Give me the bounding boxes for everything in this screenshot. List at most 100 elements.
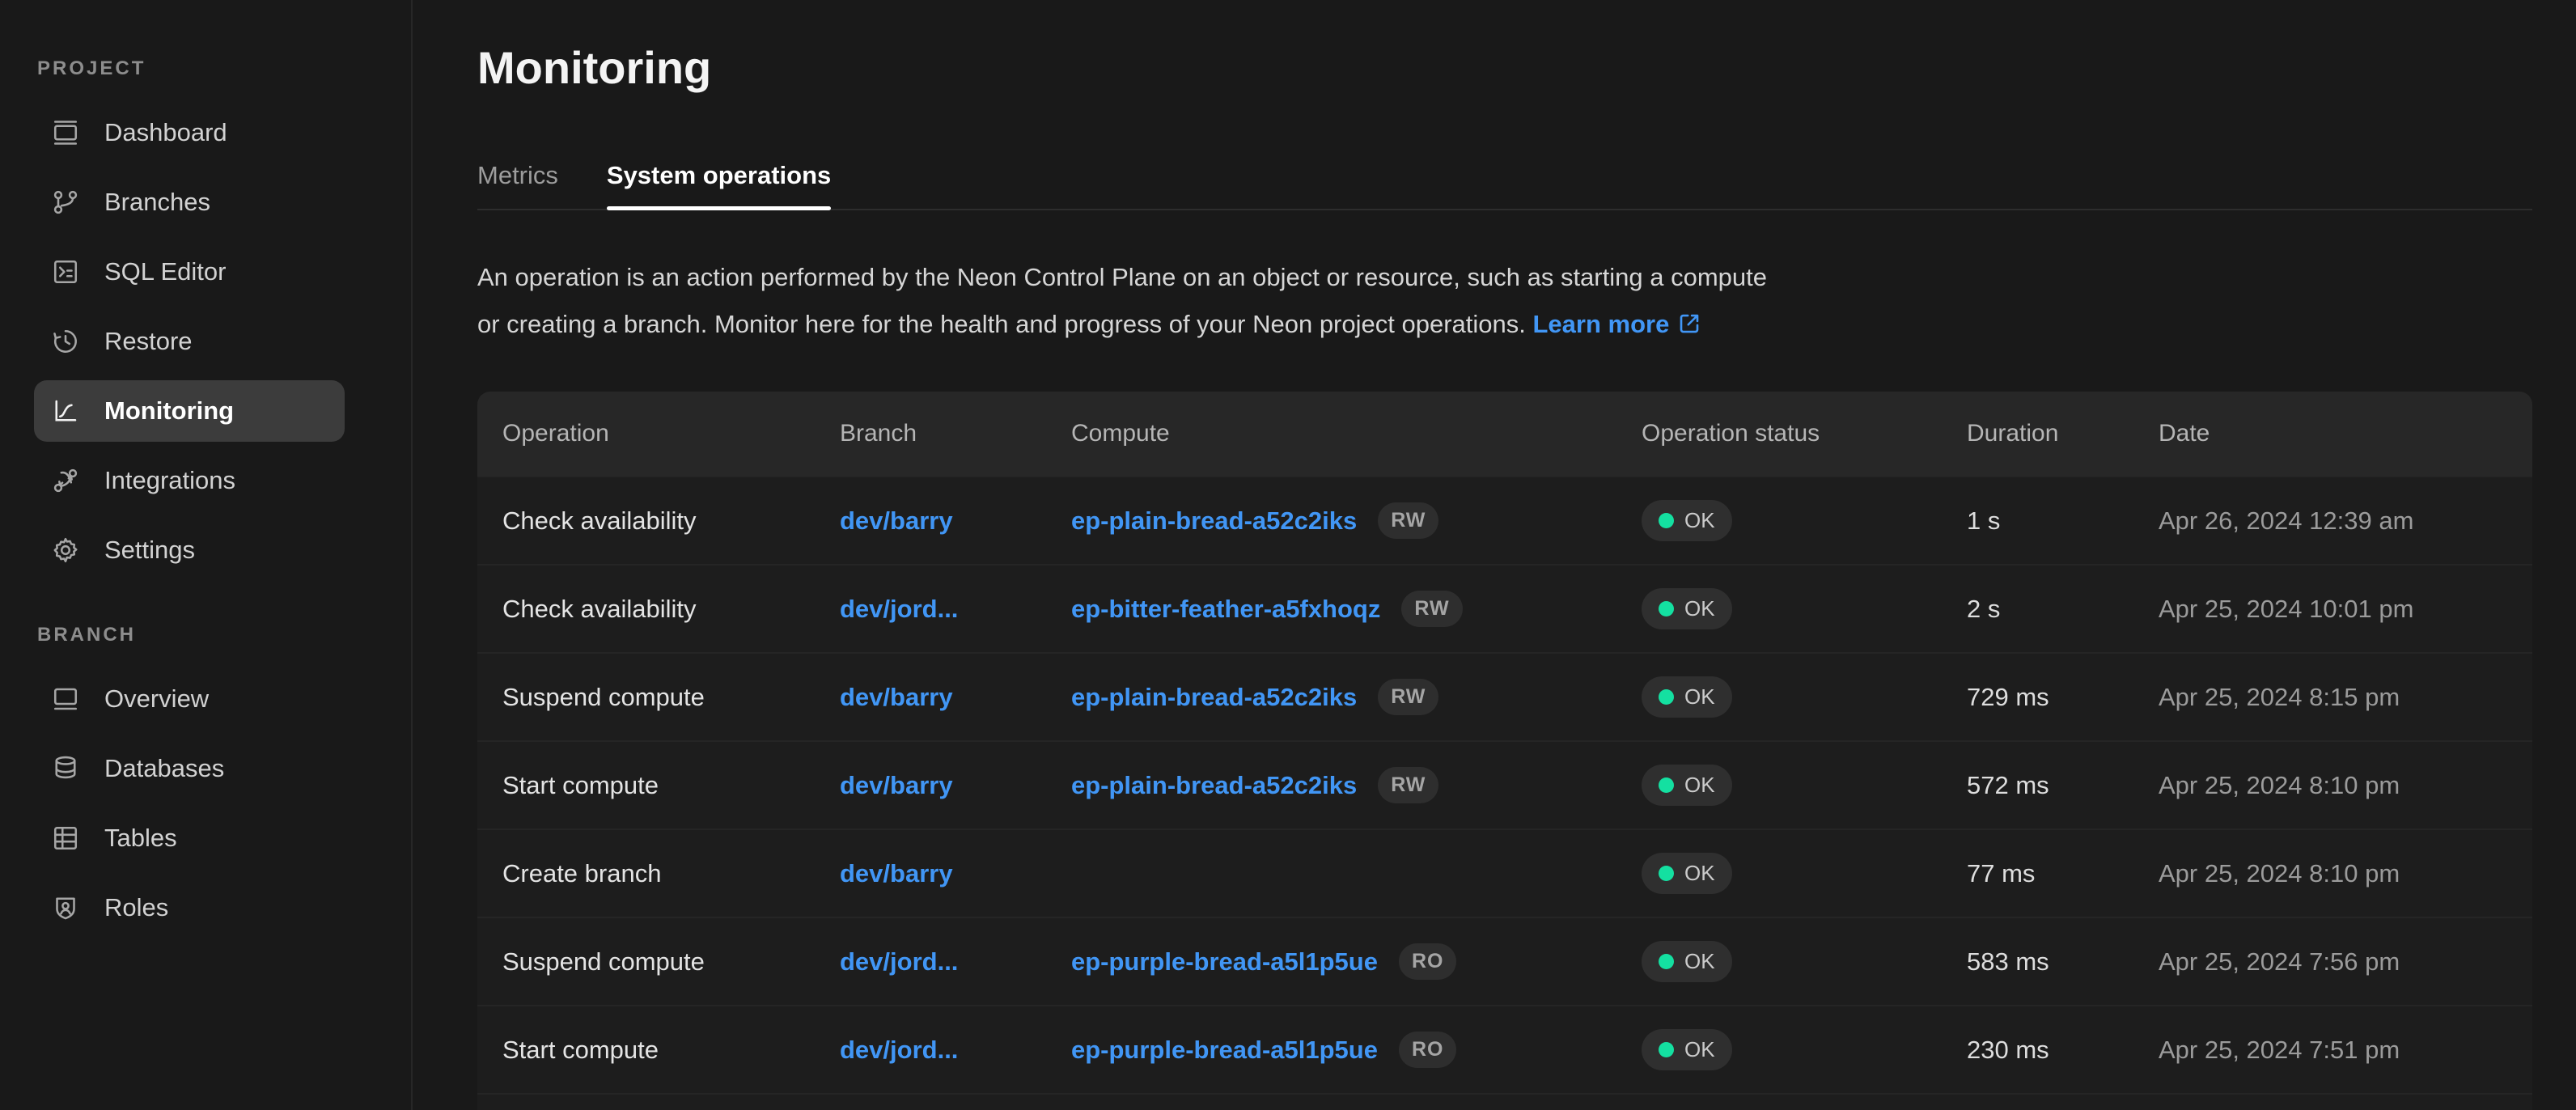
sidebar-item-monitoring[interactable]: Monitoring — [34, 380, 345, 442]
status-badge: OK — [1642, 500, 1732, 541]
status-badge: OK — [1642, 588, 1732, 629]
sidebar-item-dashboard[interactable]: Dashboard — [34, 102, 345, 163]
history-clock-icon — [51, 327, 80, 356]
compute-type-badge: RW — [1401, 591, 1462, 627]
sidebar-item-label: Roles — [104, 893, 168, 922]
operation-cell: Start compute — [502, 771, 840, 800]
status-label: OK — [1684, 773, 1715, 798]
status-ok-dot-icon — [1659, 954, 1674, 969]
sidebar-item-sql-editor[interactable]: SQL Editor — [34, 241, 345, 303]
learn-more-label: Learn more — [1532, 310, 1669, 338]
sidebar-item-roles[interactable]: Roles — [34, 877, 345, 938]
status-label: OK — [1684, 684, 1715, 710]
date-cell: Apr 25, 2024 8:15 pm — [2159, 683, 2532, 712]
status-label: OK — [1684, 861, 1715, 886]
table-row: Suspend compute dev/barry ep-plain-bread… — [477, 652, 2532, 740]
column-header-operation: Operation — [502, 420, 840, 447]
compute-link[interactable]: ep-plain-bread-a52c2iks — [1071, 771, 1357, 800]
sidebar-item-databases[interactable]: Databases — [34, 738, 345, 799]
learn-more-link[interactable]: Learn more — [1532, 310, 1701, 338]
status-badge: OK — [1642, 676, 1732, 718]
duration-cell: 2 s — [1967, 595, 2159, 624]
table-header-row: Operation Branch Compute Operation statu… — [477, 392, 2532, 476]
table-grid-icon — [51, 824, 80, 853]
compute-type-badge: RW — [1378, 679, 1438, 715]
status-badge: OK — [1642, 941, 1732, 982]
chart-line-icon — [51, 396, 80, 426]
compute-type-badge: RO — [1399, 1032, 1457, 1068]
sidebar-item-branches[interactable]: Branches — [34, 172, 345, 233]
status-ok-dot-icon — [1659, 689, 1674, 705]
git-branch-icon — [51, 188, 80, 217]
sidebar-item-label: Databases — [104, 754, 224, 783]
status-ok-dot-icon — [1659, 513, 1674, 528]
sidebar: PROJECT Dashboard Branches SQL Editor Re… — [0, 0, 413, 1110]
compute-type-badge: RO — [1399, 943, 1457, 980]
tab-system-operations[interactable]: System operations — [607, 160, 831, 209]
description-line-1: An operation is an action performed by t… — [477, 263, 1767, 291]
sidebar-item-label: Branches — [104, 188, 210, 217]
compute-link[interactable]: ep-bitter-feather-a5fxhoqz — [1071, 595, 1380, 624]
status-ok-dot-icon — [1659, 866, 1674, 881]
table-row: Suspend compute dev/jord... ep-purple-br… — [477, 917, 2532, 1005]
sidebar-item-tables[interactable]: Tables — [34, 807, 345, 869]
date-cell: Apr 25, 2024 8:10 pm — [2159, 859, 2532, 888]
sidebar-item-label: Integrations — [104, 466, 235, 495]
operation-cell: Check availability — [502, 506, 840, 536]
compute-link[interactable]: ep-plain-bread-a52c2iks — [1071, 506, 1357, 536]
duration-cell: 230 ms — [1967, 1036, 2159, 1065]
compute-link[interactable]: ep-purple-bread-a5l1p5ue — [1071, 1036, 1378, 1065]
sidebar-item-integrations[interactable]: Integrations — [34, 450, 345, 511]
branch-link[interactable]: dev/barry — [840, 771, 953, 799]
operation-cell: Create branch — [502, 859, 840, 888]
date-cell: Apr 25, 2024 8:10 pm — [2159, 771, 2532, 800]
duration-cell: 729 ms — [1967, 683, 2159, 712]
branch-link[interactable]: dev/barry — [840, 506, 953, 535]
table-row: Start compute dev/barry ep-plain-bread-a… — [477, 740, 2532, 828]
branch-link[interactable]: dev/jord... — [840, 1036, 958, 1064]
sidebar-item-label: Dashboard — [104, 118, 227, 147]
date-cell: Apr 25, 2024 10:01 pm — [2159, 595, 2532, 624]
duration-cell: 1 s — [1967, 506, 2159, 536]
database-icon — [51, 754, 80, 783]
integrations-icon — [51, 466, 80, 495]
branch-link[interactable]: dev/jord... — [840, 947, 958, 976]
status-label: OK — [1684, 508, 1715, 533]
duration-cell: 572 ms — [1967, 771, 2159, 800]
compute-link[interactable]: ep-purple-bread-a5l1p5ue — [1071, 947, 1378, 977]
column-header-operation-status: Operation status — [1642, 420, 1967, 447]
sidebar-item-settings[interactable]: Settings — [34, 519, 345, 581]
date-cell: Apr 25, 2024 7:56 pm — [2159, 947, 2532, 977]
sidebar-section-label: BRANCH — [0, 623, 411, 647]
gear-icon — [51, 536, 80, 565]
page-title: Monitoring — [477, 42, 2532, 94]
branch-link[interactable]: dev/barry — [840, 683, 953, 711]
duration-cell: 77 ms — [1967, 859, 2159, 888]
sidebar-item-restore[interactable]: Restore — [34, 311, 345, 372]
status-label: OK — [1684, 1037, 1715, 1062]
shield-user-icon — [51, 893, 80, 922]
status-badge: OK — [1642, 765, 1732, 806]
sidebar-item-label: Tables — [104, 824, 177, 853]
branch-link[interactable]: dev/barry — [840, 859, 953, 888]
operation-cell: Check availability — [502, 595, 840, 624]
operation-cell: Suspend compute — [502, 683, 840, 712]
terminal-icon — [51, 257, 80, 286]
status-badge: OK — [1642, 853, 1732, 894]
tab-metrics[interactable]: Metrics — [477, 160, 558, 209]
compute-type-badge: RW — [1378, 767, 1438, 803]
tab-bar: Metrics System operations — [477, 160, 2532, 210]
column-header-branch: Branch — [840, 420, 1071, 447]
main-content: Monitoring Metrics System operations An … — [413, 0, 2576, 1110]
sidebar-item-overview[interactable]: Overview — [34, 668, 345, 730]
sidebar-section-label: PROJECT — [0, 57, 411, 81]
duration-cell: 583 ms — [1967, 947, 2159, 977]
operations-table: Operation Branch Compute Operation statu… — [477, 392, 2532, 1110]
status-ok-dot-icon — [1659, 1042, 1674, 1057]
sidebar-item-label: Overview — [104, 684, 209, 714]
date-cell: Apr 25, 2024 7:51 pm — [2159, 1036, 2532, 1065]
sidebar-item-label: Restore — [104, 327, 193, 356]
sidebar-item-label: Monitoring — [104, 396, 234, 426]
compute-link[interactable]: ep-plain-bread-a52c2iks — [1071, 683, 1357, 712]
branch-link[interactable]: dev/jord... — [840, 595, 958, 623]
